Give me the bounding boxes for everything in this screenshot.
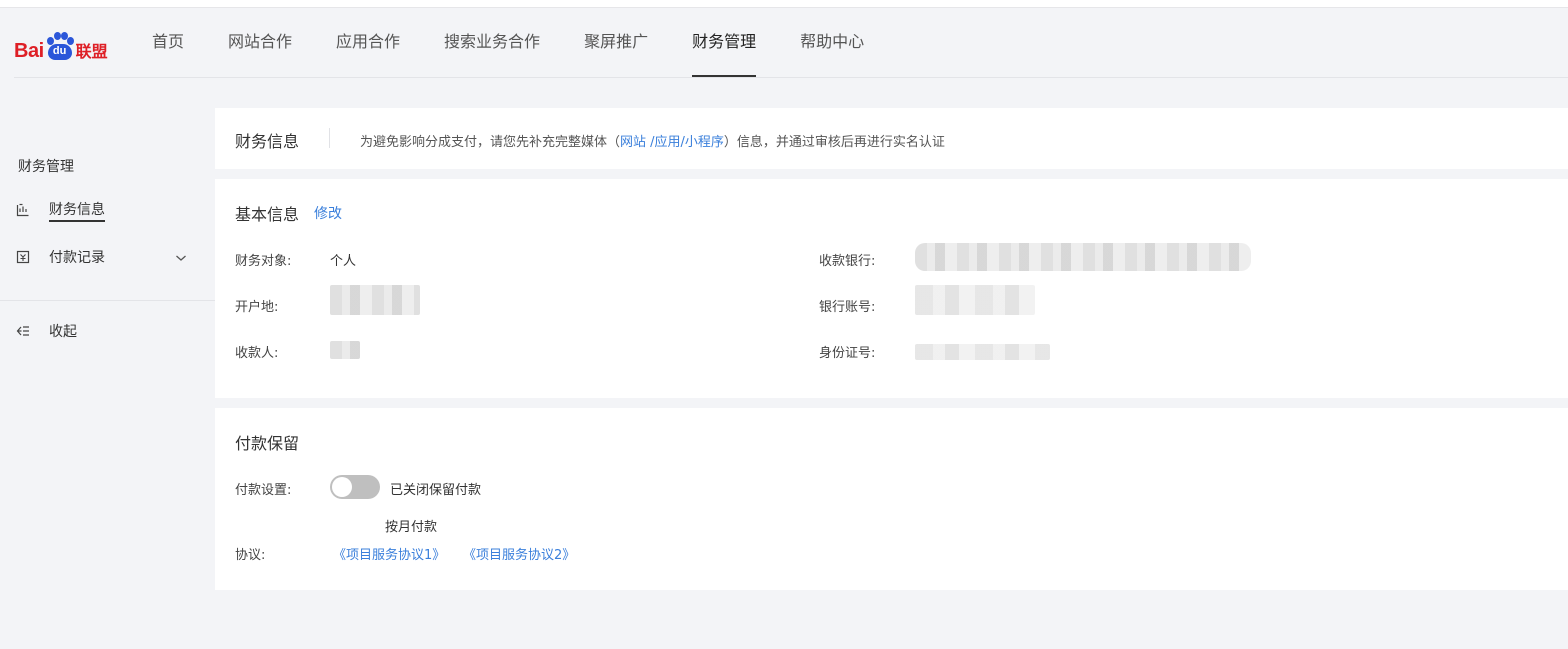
collapse-label: 收起 [49,324,77,340]
sidebar-item-payment-records[interactable]: 付款记录 [0,243,215,271]
toggle-status-text: 已关闭保留付款 [390,483,482,498]
nav-finance-management[interactable]: 财务管理 [692,8,757,77]
logo-text-lianmeng: 联盟 [75,42,108,61]
bank-value-redacted [915,243,1251,271]
agreement-link-2[interactable]: 《项目服务协议2》 [463,544,575,563]
finance-info-icon [15,202,31,218]
payee-value-redacted [330,341,360,359]
title-separator [329,128,330,148]
sidebar-item-label: 财务信息 [49,199,105,222]
notice-card: 财务信息 为避免影响分成支付，请您先补充完整媒体（网站 /应用/小程序）信息，并… [215,108,1568,169]
sidebar-group-title: 财务管理 [18,159,74,175]
logo-text-bai: Bai [14,40,44,62]
chevron-down-icon[interactable] [175,251,187,267]
bank-label: 收款银行: [819,254,876,269]
page-title: 财务信息 [235,132,300,151]
media-info-link[interactable]: 网站 /应用/小程序 [620,135,724,150]
agreement-link-1[interactable]: 《项目服务协议1》 [333,544,445,563]
sidebar-item-finance-info[interactable]: 财务信息 [0,196,215,224]
edit-link[interactable]: 修改 [314,203,342,223]
open-location-value-redacted [330,285,420,315]
notice-text-after: ）信息，并通过审核后再进行实名认证 [723,135,945,150]
id-number-value-redacted [915,344,1050,360]
payee-label: 收款人: [235,346,279,361]
payment-hold-card: 付款保留 付款设置: 已关闭保留付款 按月付款 协议: 《项目服务协议1》 《项… [215,408,1568,590]
sidebar-divider [0,300,215,301]
logo-text-du: du [52,45,67,57]
main-nav: 首页 网站合作 应用合作 搜索业务合作 聚屏推广 财务管理 帮助中心 [130,8,886,78]
nav-home[interactable]: 首页 [152,8,184,77]
payment-setting-label: 付款设置: [235,483,292,498]
baidu-union-logo[interactable]: Bai du 联盟 [14,30,108,62]
notice-message: 为避免影响分成支付，请您先补充完整媒体（网站 /应用/小程序）信息，并通过审核后… [360,131,945,150]
toggle-knob [332,477,352,497]
payment-hold-title: 付款保留 [235,434,300,453]
top-border [0,0,1568,8]
basic-info-card: 基本信息 修改 财务对象: 个人 开户地: 收款人: 收款银行: 银行账号: 身… [215,179,1568,398]
finance-object-value: 个人 [330,254,357,269]
nav-app-cooperation[interactable]: 应用合作 [336,8,400,77]
notice-text-before: 为避免影响分成支付，请您先补充完整媒体（ [360,135,621,150]
basic-info-title: 基本信息 [235,205,300,224]
account-value-redacted [915,285,1035,315]
agreement-label: 协议: [235,548,266,563]
open-location-label: 开户地: [235,300,279,315]
payment-hold-toggle[interactable] [330,475,380,499]
nav-screen-promotion[interactable]: 聚屏推广 [584,8,648,77]
monthly-payment-text: 按月付款 [385,520,438,535]
account-label: 银行账号: [819,300,876,315]
payment-record-icon [15,249,31,265]
sidebar-collapse-button[interactable]: 收起 [0,317,215,345]
paw-icon: du [45,32,75,62]
nav-search-cooperation[interactable]: 搜索业务合作 [444,8,540,77]
sidebar: 财务管理 财务信息 付款记录 收起 [0,78,215,649]
nav-website-cooperation[interactable]: 网站合作 [228,8,292,77]
sidebar-item-label: 付款记录 [49,250,105,266]
collapse-icon [15,323,31,339]
finance-object-label: 财务对象: [235,254,292,269]
id-number-label: 身份证号: [819,346,876,361]
header-divider [14,77,1568,78]
nav-help-center[interactable]: 帮助中心 [800,8,864,77]
